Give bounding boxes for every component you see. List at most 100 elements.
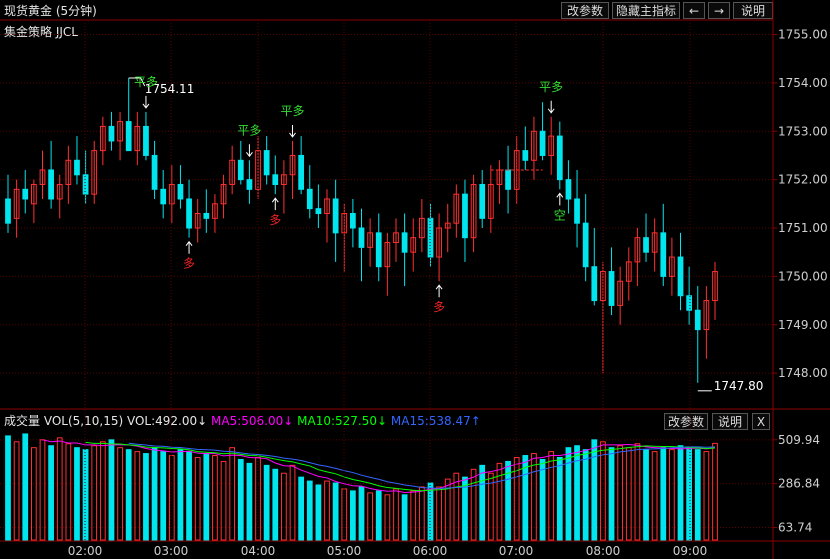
signal-arrow [142,95,150,109]
price-tick-label: 1749.00 [778,318,828,332]
volume-bar [160,451,167,541]
time-tick-label: 09:00 [673,544,708,558]
volume-bar [177,449,184,541]
volume-bar [712,442,718,541]
signal-arrow [547,100,555,114]
candle-body [350,213,356,229]
volume-bar [367,492,373,541]
candle-body [358,227,365,248]
price-tick-label: 1750.00 [778,269,828,283]
volume-bar [677,445,684,541]
candle-body [591,266,598,302]
candle-body [401,232,408,253]
candle-body [479,183,486,219]
candle-body [125,121,132,152]
signal-arrow [435,284,443,298]
candle-body [375,232,382,268]
price-tick-label: 1753.00 [778,124,828,138]
volume-bar [203,453,210,541]
candle-body [660,232,667,277]
candle-body [203,213,210,219]
volume-bar [350,490,356,541]
volume-bar [48,445,54,541]
signal-label: 平多 [281,104,305,118]
candle-body [143,125,149,156]
volume-bar [315,484,322,541]
volume-bar [117,447,123,541]
signal-label: 多 [269,213,281,227]
volume-bar [643,449,649,541]
volume-bar [694,449,701,541]
candle-body [306,188,313,210]
volume-bar [418,486,425,541]
candle-body [686,295,693,311]
volume-bar [556,457,563,541]
volume-bar [574,445,580,541]
time-tick-label: 03:00 [154,544,189,558]
price-tick-label: 1751.00 [778,221,828,235]
candle-body [263,150,270,176]
volume-bar [289,464,296,541]
volume-bar [22,433,29,541]
volume-bar [186,451,192,541]
price-tick-label: 1754.00 [778,76,828,90]
volume-bar [30,447,37,541]
candle-body [298,154,305,190]
volume-bar [582,449,589,541]
signal-label: 多 [183,257,195,271]
signal-arrow [246,144,253,158]
price-chart[interactable]: 1755.00 1754.00 1753.00 1752.00 1751.00 1750.… [0,0,830,559]
volume-bar [470,468,477,541]
volume-bar [65,443,72,541]
signal-label: 平多 [539,80,563,94]
volume-bar [74,447,80,541]
candle-body [160,188,167,205]
candle-body [315,208,322,215]
volume-bar [39,439,46,541]
volume-bar [125,449,132,541]
signal-arrow [271,197,279,211]
candle-body [151,154,158,190]
candle-body [556,135,563,181]
volume-bar [263,464,270,541]
volume-bar [375,490,382,541]
volume-bar [565,447,572,541]
volume-bar [134,451,141,541]
time-tick-label: 08:00 [586,544,621,558]
signal-label: 空 [554,208,566,222]
signal-arrow [556,192,564,206]
volume-bar [625,447,632,541]
candle-body [694,309,701,331]
volume-bar [651,451,658,541]
time-tick-label: 05:00 [327,544,362,558]
time-tick-label: 04:00 [241,544,276,558]
price-tick-label: 1752.00 [778,173,828,187]
volume-bar [600,441,606,541]
candle-body [108,125,115,142]
volume-tick-label: 286.84 [778,477,820,491]
candle-body [186,198,192,229]
volume-bar [324,480,330,541]
candle-body [82,174,89,195]
price-tick-label: 1755.00 [778,28,828,42]
volume-bar [246,462,253,541]
volume-bar [306,480,313,541]
volume-bar [220,460,227,541]
candle-body [462,193,468,239]
volume-bar [591,439,598,541]
candle-body [505,169,511,190]
candle-body [48,169,54,200]
candle-body [5,198,11,224]
volume-bar [13,441,20,541]
volume-bar [272,468,279,541]
volume-bar [703,451,710,541]
volume-bar [393,488,399,541]
volume-bar [82,449,89,541]
candle-body [539,130,546,156]
volume-bar [608,447,615,541]
time-tick-label: 07:00 [499,544,534,558]
volume-bar [384,494,391,541]
volume-bar [194,457,201,541]
volume-bar [669,449,675,541]
candle-body [522,150,529,161]
